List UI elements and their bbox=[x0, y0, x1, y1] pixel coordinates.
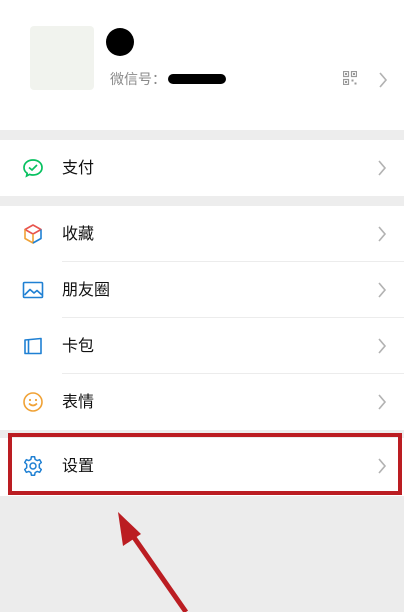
wechat-pay-icon bbox=[23, 159, 43, 178]
chevron-right-icon bbox=[378, 282, 387, 298]
chevron-right-icon bbox=[378, 226, 387, 242]
menu-item-cards[interactable]: 卡包 bbox=[0, 318, 404, 374]
chevron-right-icon bbox=[378, 338, 387, 354]
chevron-right-icon bbox=[379, 72, 388, 88]
menu-item-label: 朋友圈 bbox=[62, 280, 111, 299]
section-gap bbox=[0, 130, 404, 140]
section-gap bbox=[0, 196, 404, 206]
menu-item-label: 支付 bbox=[62, 158, 95, 177]
avatar[interactable] bbox=[30, 26, 94, 90]
wechat-id-label: 微信号： bbox=[110, 72, 166, 88]
profile-header[interactable]: 微信号： bbox=[0, 0, 404, 130]
wechat-id-row: 微信号： bbox=[110, 68, 226, 90]
cube-icon bbox=[24, 224, 42, 244]
menu-item-label: 收藏 bbox=[62, 224, 95, 243]
menu-item-stickers[interactable]: 表情 bbox=[0, 374, 404, 430]
card-icon bbox=[24, 337, 42, 355]
redacted-wechat-id bbox=[168, 74, 226, 84]
menu-item-moments[interactable]: 朋友圈 bbox=[0, 262, 404, 318]
empty-background bbox=[0, 496, 404, 612]
menu-item-pay[interactable]: 支付 bbox=[0, 140, 404, 196]
smiley-icon bbox=[23, 392, 43, 412]
chevron-right-icon bbox=[378, 394, 387, 410]
qr-code-icon[interactable] bbox=[343, 71, 357, 85]
redacted-nickname bbox=[106, 28, 134, 56]
settings-highlight-box bbox=[8, 433, 402, 495]
menu-item-label: 表情 bbox=[62, 392, 95, 411]
image-icon bbox=[22, 281, 44, 299]
chevron-right-icon bbox=[378, 160, 387, 176]
menu-item-favorites[interactable]: 收藏 bbox=[0, 206, 404, 262]
menu-item-label: 卡包 bbox=[62, 336, 95, 355]
